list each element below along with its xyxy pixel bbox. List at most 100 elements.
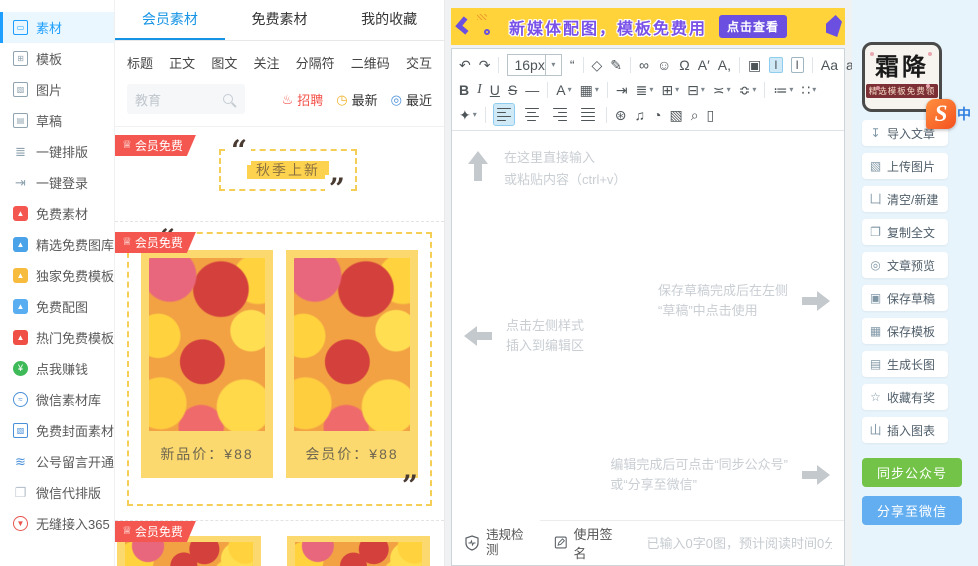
banner-cta-button[interactable]: 点击查看: [719, 15, 788, 38]
sidebar-item-10[interactable]: ▲ 热门免费模板: [0, 322, 114, 353]
action-button-5[interactable]: ▣ 保存草稿: [862, 285, 948, 311]
clear-format-icon[interactable]: ▯: [707, 108, 715, 122]
underline-icon[interactable]: U: [490, 83, 500, 97]
sidebar-item-7[interactable]: ▲ 精选免费图库: [0, 229, 114, 260]
sidebar-item-8[interactable]: ▲ 独家免费模板: [0, 260, 114, 291]
sidebar-item-1[interactable]: ⊞ 模板: [0, 43, 114, 74]
subtab-2[interactable]: 图文: [211, 53, 237, 72]
video-icon[interactable]: ⊛: [615, 108, 627, 122]
sidebar-item-2[interactable]: ▧ 图片: [0, 74, 114, 105]
strikethrough-icon[interactable]: S: [508, 83, 517, 97]
subtab-6[interactable]: 交互: [406, 53, 432, 72]
sidebar-item-15[interactable]: ❐ 微信代排版: [0, 477, 114, 508]
subtab-3[interactable]: 关注: [253, 53, 279, 72]
signature-button[interactable]: 使用签名: [554, 524, 621, 562]
sync-to-official-account-button[interactable]: 同步公众号: [862, 458, 962, 487]
redo-icon[interactable]: ↷: [479, 58, 491, 72]
sidebar-item-12[interactable]: ≈ 微信素材库: [0, 384, 114, 415]
text-input-mode-icon[interactable]: I: [769, 56, 783, 73]
format-painter-icon[interactable]: ✎: [610, 58, 622, 72]
subtab-1[interactable]: 正文: [169, 53, 195, 72]
ime-overlay[interactable]: S 中: [926, 99, 971, 129]
sidebar-item-5[interactable]: ⇥ 一键登录: [0, 167, 114, 198]
action-button-2[interactable]: 凵清空/新建: [862, 186, 948, 212]
case-upper-icon[interactable]: Aa: [821, 58, 838, 72]
subtab-5[interactable]: 二维码: [351, 53, 390, 72]
align-justify-icon[interactable]: [578, 104, 598, 126]
find-replace-icon[interactable]: ⌕: [691, 108, 699, 122]
action-button-6[interactable]: ▦ 保存模板: [862, 318, 948, 344]
sidebar-item-3[interactable]: ▤ 草稿: [0, 105, 114, 136]
music-icon[interactable]: ♫: [634, 108, 645, 122]
undo-icon[interactable]: ↶: [459, 58, 471, 72]
align-center-icon[interactable]: [522, 104, 542, 126]
unordered-list-icon[interactable]: ∷ ▾: [801, 83, 816, 97]
share-to-wechat-button[interactable]: 分享至微信: [862, 496, 962, 525]
action-button-7[interactable]: ▤ 生成长图: [862, 351, 948, 377]
text-block-mode-icon[interactable]: I: [790, 56, 804, 73]
bg-color-icon[interactable]: ▦ ▾: [580, 83, 599, 97]
margin-bottom-icon[interactable]: ≎ ▾: [739, 83, 757, 97]
font-color-icon[interactable]: A ▾: [556, 83, 571, 97]
filter-1[interactable]: ◷ 最新: [336, 90, 377, 109]
line-height-icon[interactable]: ≣ ▾: [636, 83, 654, 97]
filter-label: 最近: [405, 92, 432, 108]
eraser-icon[interactable]: ◇: [592, 58, 603, 72]
italic-icon[interactable]: I: [477, 82, 482, 97]
paste-icon[interactable]: ▣: [748, 58, 761, 72]
link-icon[interactable]: ∞: [639, 58, 649, 72]
one-key-format-icon[interactable]: ✦ ▾: [459, 108, 477, 122]
letter-spacing-icon[interactable]: ⊟ ▾: [687, 83, 705, 97]
violation-check-button[interactable]: 违规检测: [464, 528, 530, 558]
font-size-select[interactable]: 16px ▾: [507, 53, 562, 76]
subscript-icon[interactable]: A,: [718, 58, 731, 72]
superscript-icon[interactable]: A′: [698, 58, 710, 72]
action-button-label: 收藏有奖: [887, 390, 936, 405]
action-button-label: 上传图片: [887, 159, 936, 174]
filter-2[interactable]: ◎ 最近: [391, 90, 432, 109]
align-right-icon[interactable]: [550, 104, 570, 126]
promo-banner[interactable]: 新媒体配图，模板免费用 点击查看: [451, 8, 845, 45]
sidebar-item-0[interactable]: ▭ 素材: [0, 12, 114, 43]
table-icon[interactable]: ⊞ ▾: [661, 83, 679, 97]
action-button-8[interactable]: ☆ 收藏有奖: [862, 384, 948, 410]
tab-0[interactable]: 会员素材: [115, 0, 225, 40]
action-button-9[interactable]: 山插入图表: [862, 417, 948, 443]
tab-2[interactable]: 我的收藏: [334, 0, 444, 40]
sidebar-item-13[interactable]: ▧ 免费封面素材: [0, 415, 114, 446]
bold-icon[interactable]: B: [459, 83, 469, 97]
special-char-icon[interactable]: Ω: [679, 58, 689, 72]
align-left-icon[interactable]: [492, 102, 515, 127]
subtab-4[interactable]: 分隔符: [296, 53, 335, 72]
svg-anim-icon[interactable]: ◔: [653, 108, 661, 122]
blockquote-icon[interactable]: “: [570, 58, 575, 72]
sidebar-item-11[interactable]: ¥ 点我赚钱: [0, 353, 114, 384]
sidebar-item-4[interactable]: ≣ 一键排版: [0, 136, 114, 167]
margin-top-icon[interactable]: ≍ ▾: [713, 83, 731, 97]
tab-1[interactable]: 免费素材: [225, 0, 335, 40]
insert-image-icon[interactable]: ▧: [669, 108, 682, 122]
style-card-partial[interactable]: ♕ 会员免费: [115, 520, 444, 566]
subtab-0[interactable]: 标题: [127, 53, 153, 72]
style-card-autumn[interactable]: ♕ 会员免费 “ 秋季上新 ”: [115, 135, 444, 221]
action-button-1[interactable]: ▧ 上传图片: [862, 153, 948, 179]
arrow-up-icon: [468, 151, 488, 183]
sidebar-item-6[interactable]: ▲ 免费素材: [0, 198, 114, 229]
action-button-4[interactable]: ◎ 文章预览: [862, 252, 948, 278]
sidebar-item-9[interactable]: ▲ 免费配图: [0, 291, 114, 322]
indent-icon[interactable]: ⇥: [616, 83, 628, 97]
sidebar-item-14[interactable]: ≋ 公号留言开通: [0, 446, 114, 477]
emoji-icon[interactable]: ☺: [657, 58, 671, 72]
action-button-3[interactable]: ❐ 复制全文: [862, 219, 948, 245]
open-quote-icon: “: [227, 137, 252, 165]
style-card-prices[interactable]: ♕会员免费 “ 新品价：¥88 会员价：¥88 ”: [115, 226, 444, 506]
editor-content-area[interactable]: 在这里直接输入 或粘贴内容（ctrl+v） 保存草稿完成后在左侧 “草稿”中点击…: [452, 131, 844, 520]
search-input[interactable]: 教育: [127, 84, 245, 114]
price-card-cut: [286, 536, 430, 566]
ordered-list-icon[interactable]: ≔ ▾: [773, 83, 793, 97]
filter-0[interactable]: ♨ 招聘: [282, 90, 324, 109]
sogou-ime-icon[interactable]: S: [926, 99, 956, 129]
horizontal-rule-icon[interactable]: —: [525, 83, 539, 97]
sidebar-item-16[interactable]: ▼ 无缝接入365: [0, 508, 114, 539]
free-image-icon: ▲: [13, 299, 28, 314]
